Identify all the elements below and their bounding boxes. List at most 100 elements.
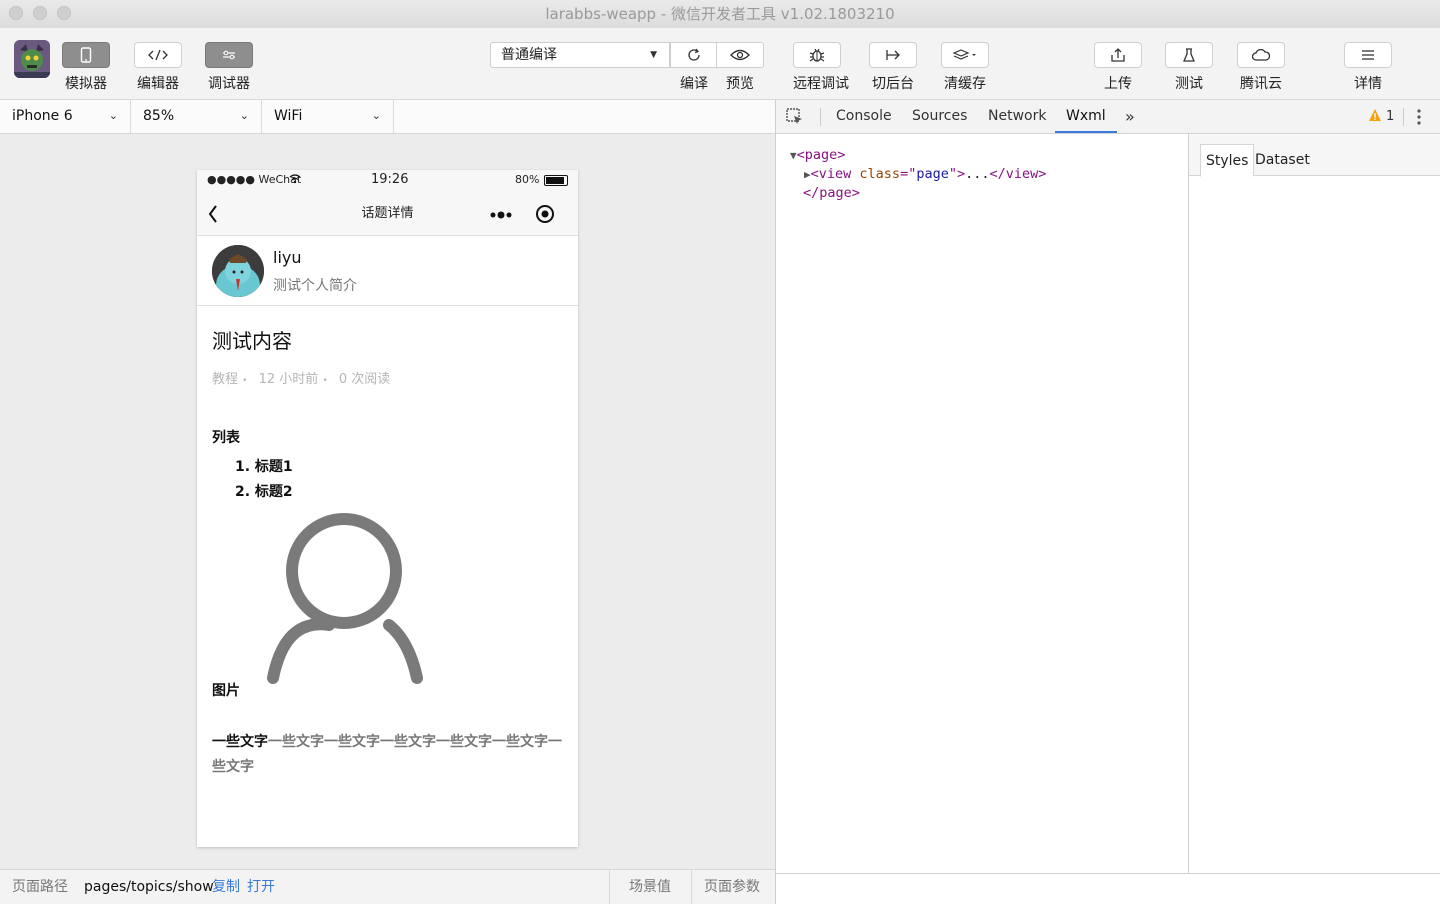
tencent-cloud-label: 腾讯云 [1240,76,1282,92]
devtools-tabbar: Console Sources Network Wxml » 1 [776,100,1440,134]
tab-console[interactable]: Console [836,100,892,133]
topic-time: 12 小时前 [258,372,319,387]
chevron-down-icon: ⌄ [108,109,118,122]
zoom-value: 85% [143,108,175,124]
author-card[interactable]: liyu 测试个人简介 [197,236,578,306]
topic-title: 测试内容 [212,329,292,353]
list-item: 1. 标题1 [235,459,293,475]
kebab-menu-icon[interactable] [1416,107,1422,131]
wxml-node-view[interactable]: ▶<view class="page">...</view> [790,165,1046,184]
device-model-value: iPhone 6 [12,108,73,124]
tab-wxml[interactable]: Wxml [1055,100,1117,133]
simulator-toggle[interactable]: 模拟器 [62,42,110,93]
network-select[interactable]: WiFi ⌄ [262,100,394,133]
minimize-window-button[interactable] [33,6,47,20]
styles-sidebar: Styles Dataset [1188,134,1440,874]
meta-separator: • [322,376,328,386]
debugger-toggle[interactable]: 调试器 [205,42,253,93]
background-label: 切后台 [872,76,914,92]
upload-label: 上传 [1104,76,1132,92]
page-path-bar: 页面路径 pages/topics/show 复制 打开 场景值 页面参数 [0,869,775,904]
sliders-icon [205,42,253,68]
tab-network[interactable]: Network [988,100,1046,133]
carrier-text: ●●●●● WeChat [207,173,302,186]
compile-label: 编译 [680,76,708,92]
preview-label: 预览 [726,76,754,92]
inspect-element-icon[interactable] [786,108,804,130]
compile-button[interactable]: 编译 [670,42,718,93]
battery-icon [544,175,568,186]
device-model-select[interactable]: iPhone 6 ⌄ [0,100,131,133]
chevron-down-icon: ⌄ [371,109,381,122]
devtools-footer [776,873,1440,904]
warning-icon[interactable] [1368,108,1382,126]
remote-debug-button[interactable]: 远程调试 [793,42,849,93]
more-tabs-chevron-icon[interactable]: » [1125,100,1135,133]
remote-debug-label: 远程调试 [793,76,849,92]
user-placeholder-image [267,513,427,685]
collapsed-triangle-icon[interactable]: ▶ [804,168,811,181]
maximize-window-button[interactable] [57,6,71,20]
phone-status-bar: ●●●●● WeChat 19:26 80% [197,170,578,192]
battery-percent: 80% [515,173,540,186]
tab-sources[interactable]: Sources [912,100,967,133]
topic-content: 测试内容 教程 • 12 小时前 • 0 次阅读 列表 1. 标题1 2. 标题… [197,325,578,780]
eye-icon [716,42,764,68]
tencent-cloud-button[interactable]: 腾讯云 [1237,42,1285,93]
path-label: 页面路径 [12,879,68,895]
window-titlebar: larabbs-weapp - 微信开发者工具 v1.02.1803210 [0,0,1440,28]
preview-button[interactable]: 预览 [716,42,764,93]
expanded-triangle-icon[interactable]: ▼ [790,149,797,162]
test-label: 测试 [1175,76,1203,92]
wifi-icon [289,173,301,187]
refresh-icon [670,42,718,68]
list-heading: 列表 [212,430,240,446]
details-button[interactable]: 详情 [1344,42,1392,93]
ordered-list: 1. 标题1 2. 标题2 [212,455,563,505]
avatar[interactable] [212,245,264,297]
editor-label: 编辑器 [137,76,179,92]
open-link[interactable]: 打开 [247,870,275,904]
debugger-label: 调试器 [208,76,250,92]
tab-styles[interactable]: Styles [1200,144,1255,177]
body-bold-text: 一些文字 [212,734,268,750]
author-name: liyu [273,248,302,267]
page-path: pages/topics/show [84,879,214,895]
nav-title: 话题详情 [361,206,414,221]
devtools-panel: Console Sources Network Wxml » 1 ▼<page>… [775,100,1440,904]
background-button[interactable]: 切后台 [869,42,917,93]
chevron-down-icon: ⌄ [239,109,249,122]
cloud-icon [1237,42,1285,68]
close-window-button[interactable] [9,6,23,20]
menu-icon [1344,42,1392,68]
compile-mode-select[interactable]: 普通编译 ▼ [490,42,670,68]
test-button[interactable]: 测试 [1165,42,1213,93]
bug-icon [793,42,841,68]
meta-separator: • [242,376,248,386]
flask-icon [1165,42,1213,68]
phone-nav-bar: 话题详情 [197,192,578,236]
tab-dataset[interactable]: Dataset [1255,144,1310,176]
editor-toggle[interactable]: 编辑器 [134,42,182,93]
zoom-select[interactable]: 85% ⌄ [131,100,262,133]
main-toolbar: 模拟器 编辑器 调试器 普通编译 ▼ 编译 预览 远程调试 切后台 清缓存 上传… [0,28,1440,100]
wxml-tree: ▼<page> ▶<view class="page">...</view> <… [790,146,1046,202]
wxml-node-page-open[interactable]: ▼<page> [790,146,1046,165]
phone-icon [62,42,110,68]
caret-down-icon: ▼ [650,50,657,60]
page-params-button[interactable]: 页面参数 [704,870,760,904]
window-title: larabbs-weapp - 微信开发者工具 v1.02.1803210 [545,5,895,23]
scene-value-button[interactable]: 场景值 [629,870,671,904]
wxml-node-page-close[interactable]: </page> [790,184,1046,202]
copy-link[interactable]: 复制 [212,870,240,904]
topic-meta: 教程 • 12 小时前 • 0 次阅读 [212,368,563,387]
list-item: 2. 标题2 [235,484,293,500]
app-logo[interactable] [14,40,50,78]
layers-icon [941,42,989,68]
status-time: 19:26 [371,172,409,187]
network-value: WiFi [274,108,303,124]
clear-cache-button[interactable]: 清缓存 [941,42,989,93]
switch-background-icon [869,42,917,68]
upload-button[interactable]: 上传 [1094,42,1142,93]
simulator-label: 模拟器 [65,76,107,92]
